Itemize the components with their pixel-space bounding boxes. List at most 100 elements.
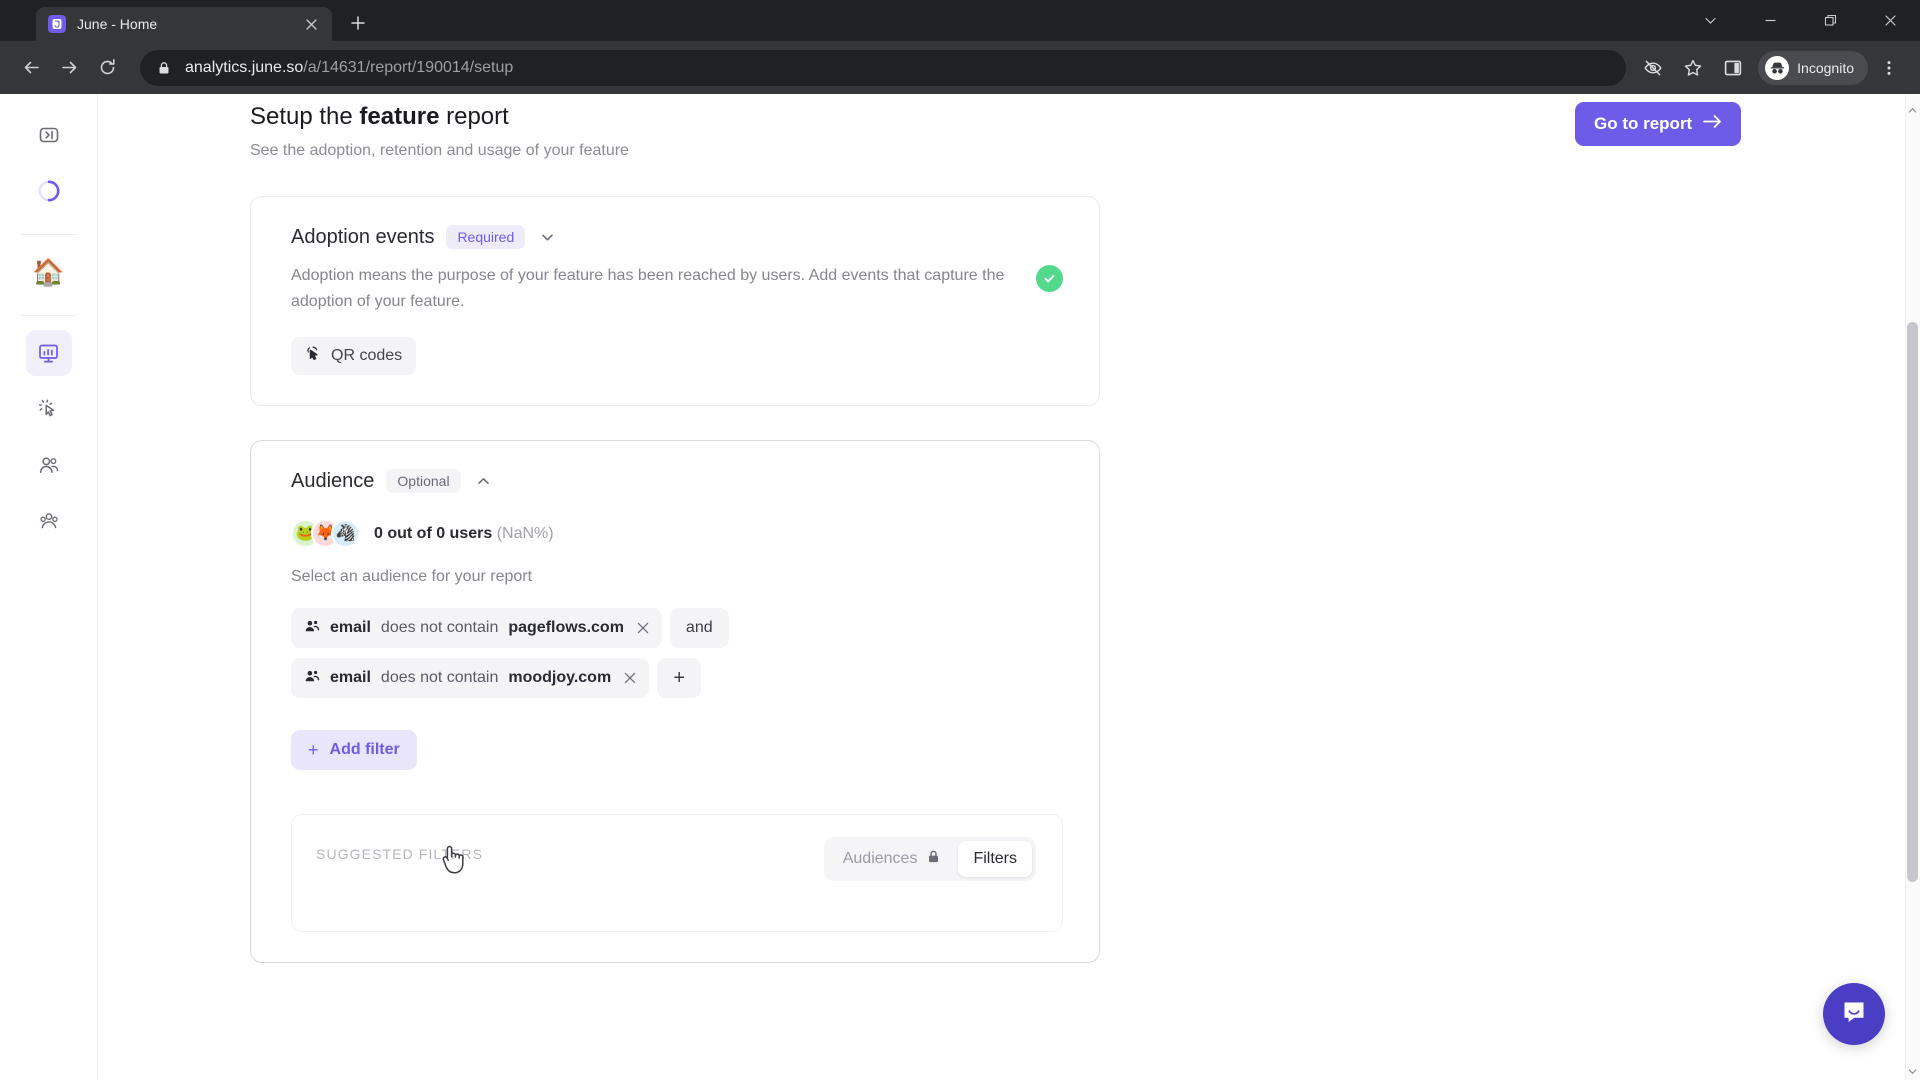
page-subtitle: See the adoption, retention and usage of… bbox=[250, 142, 629, 159]
suggested-filters-title: SUGGESTED FILTERS bbox=[316, 846, 484, 862]
browser-window: June - Home analytics.june.so/a/14631/re… bbox=[0, 0, 1920, 1080]
audience-card-title: Audience bbox=[291, 469, 375, 492]
back-arrow-icon[interactable] bbox=[12, 49, 50, 87]
page-header-text: Setup the feature report See the adoptio… bbox=[250, 94, 629, 162]
url-domain: analytics.june.so bbox=[185, 58, 304, 76]
june-logo-icon bbox=[48, 15, 66, 33]
add-condition-button[interactable]: + bbox=[657, 658, 702, 698]
restore-icon[interactable] bbox=[1800, 0, 1860, 41]
adoption-event-chip[interactable]: QR codes bbox=[291, 337, 417, 375]
lock-icon bbox=[157, 61, 171, 75]
tab-audiences[interactable]: Audiences bbox=[828, 841, 957, 877]
scroll-down-icon[interactable] bbox=[1908, 1063, 1917, 1075]
minimize-icon[interactable] bbox=[1740, 0, 1800, 41]
sidebar-divider bbox=[20, 234, 77, 235]
toolbar-actions: Incognito bbox=[1634, 49, 1908, 87]
page-title-suffix: report bbox=[439, 103, 509, 130]
tab-strip: June - Home bbox=[0, 0, 1920, 41]
filter-property: email bbox=[330, 669, 371, 686]
filter-operator: does not contain bbox=[380, 619, 499, 636]
plus-icon: + bbox=[308, 739, 319, 760]
chevron-down-icon[interactable] bbox=[1680, 0, 1740, 41]
forward-arrow-icon[interactable] bbox=[50, 49, 88, 87]
address-bar[interactable]: analytics.june.so/a/14631/report/190014/… bbox=[140, 49, 1627, 86]
reload-icon[interactable] bbox=[88, 49, 126, 87]
filter-operator: does not contain bbox=[380, 669, 499, 686]
eye-slash-icon[interactable] bbox=[1634, 49, 1672, 87]
audience-card: Audience Optional 🐸 🦊 🦓 0 out of 0 users bbox=[250, 440, 1100, 963]
audience-helper-text: Select an audience for your report bbox=[291, 568, 533, 585]
audience-count-row: 🐸 🦊 🦓 0 out of 0 users (NaN%) bbox=[291, 519, 1063, 548]
app-sidebar: 🏠 bbox=[0, 94, 98, 1080]
adoption-card-header: Adoption events Required bbox=[291, 225, 1063, 249]
intercom-chat-icon bbox=[1839, 997, 1869, 1032]
scrollbar-thumb[interactable] bbox=[1907, 322, 1918, 882]
tab-title: June - Home bbox=[77, 16, 158, 32]
main-content: Setup the feature report See the adoptio… bbox=[98, 94, 1920, 1080]
audience-count: 0 out of 0 users (NaN%) bbox=[374, 525, 554, 543]
expand-panel-icon[interactable] bbox=[26, 112, 72, 158]
chevron-down-icon[interactable] bbox=[539, 229, 556, 246]
page-scrollbar[interactable] bbox=[1905, 94, 1920, 1080]
remove-filter-icon[interactable] bbox=[624, 670, 636, 687]
cursor-click-icon bbox=[305, 345, 322, 367]
house-emoji: 🏠 bbox=[32, 257, 65, 287]
audience-count-bold: 0 out of 0 users bbox=[374, 524, 493, 542]
sidebar-item-companies[interactable] bbox=[26, 498, 72, 544]
setup-page: Setup the feature report See the adoptio… bbox=[250, 94, 1742, 963]
browser-tab[interactable]: June - Home bbox=[36, 7, 332, 41]
adoption-event-label: QR codes bbox=[331, 347, 403, 364]
avatar-group: 🐸 🦊 🦓 bbox=[291, 519, 360, 548]
suggested-filters-tabs: Audiences Filters bbox=[823, 837, 1036, 881]
incognito-icon bbox=[1765, 55, 1790, 80]
tab-filters[interactable]: Filters bbox=[958, 841, 1032, 877]
adoption-events-card: Adoption events Required Adoption means … bbox=[250, 196, 1100, 406]
sidebar-item-reports[interactable] bbox=[25, 330, 72, 376]
three-dot-menu-icon[interactable] bbox=[1870, 49, 1908, 87]
avatar: 🦓 bbox=[331, 519, 360, 548]
go-to-report-button[interactable]: Go to report bbox=[1575, 102, 1742, 146]
users-icon bbox=[304, 668, 320, 689]
filter-conjunction[interactable]: and bbox=[669, 608, 729, 648]
page-header: Setup the feature report See the adoptio… bbox=[250, 94, 1330, 162]
filter-value: moodjoy.com bbox=[508, 669, 612, 686]
filter-row: email does not contain pageflows.com and bbox=[291, 608, 1063, 648]
add-filter-button[interactable]: + Add filter bbox=[291, 730, 417, 770]
users-icon bbox=[304, 618, 320, 639]
adoption-card-description: Adoption means the purpose of your featu… bbox=[291, 267, 1005, 310]
browser-toolbar: analytics.june.so/a/14631/report/190014/… bbox=[0, 41, 1920, 94]
page-title: Setup the feature report bbox=[250, 100, 629, 134]
chevron-up-icon[interactable] bbox=[475, 473, 492, 490]
panel-icon[interactable] bbox=[1714, 49, 1752, 87]
intercom-chat-button[interactable] bbox=[1823, 983, 1885, 1045]
go-to-report-label: Go to report bbox=[1594, 114, 1693, 133]
required-badge: Required bbox=[446, 225, 526, 249]
filter-chip[interactable]: email does not contain pageflows.com bbox=[291, 608, 662, 648]
remove-filter-icon[interactable] bbox=[637, 620, 649, 637]
lock-icon bbox=[926, 849, 941, 869]
close-icon[interactable] bbox=[300, 13, 322, 35]
filter-row: email does not contain moodjoy.com + bbox=[291, 658, 1063, 698]
plus-icon[interactable] bbox=[341, 6, 375, 40]
url-text: analytics.june.so/a/14631/report/190014/… bbox=[185, 59, 1612, 77]
profile-label: Incognito bbox=[1797, 59, 1854, 76]
profile-incognito[interactable]: Incognito bbox=[1758, 50, 1868, 85]
scroll-up-icon[interactable] bbox=[1908, 102, 1917, 113]
filter-value: pageflows.com bbox=[508, 619, 624, 636]
filter-list: email does not contain pageflows.com and bbox=[291, 608, 1063, 698]
close-icon[interactable] bbox=[1860, 0, 1920, 41]
arrow-right-icon bbox=[1703, 114, 1722, 134]
add-filter-label: Add filter bbox=[329, 741, 400, 758]
sidebar-item-users[interactable] bbox=[26, 442, 72, 488]
sidebar-item-home[interactable]: 🏠 bbox=[26, 249, 72, 295]
sidebar-item-events[interactable] bbox=[26, 386, 72, 432]
filter-chip[interactable]: email does not contain moodjoy.com bbox=[291, 658, 650, 698]
tab-filters-label: Filters bbox=[973, 850, 1017, 867]
page-title-prefix: Setup the bbox=[250, 103, 360, 130]
check-circle-icon bbox=[1036, 265, 1063, 292]
filter-property: email bbox=[330, 619, 371, 636]
audience-count-percent: (NaN%) bbox=[496, 524, 554, 542]
star-icon[interactable] bbox=[1674, 49, 1712, 87]
adoption-card-title: Adoption events bbox=[291, 225, 435, 248]
page-viewport: 🏠 Setup the feature report See the adopt… bbox=[0, 94, 1920, 1080]
